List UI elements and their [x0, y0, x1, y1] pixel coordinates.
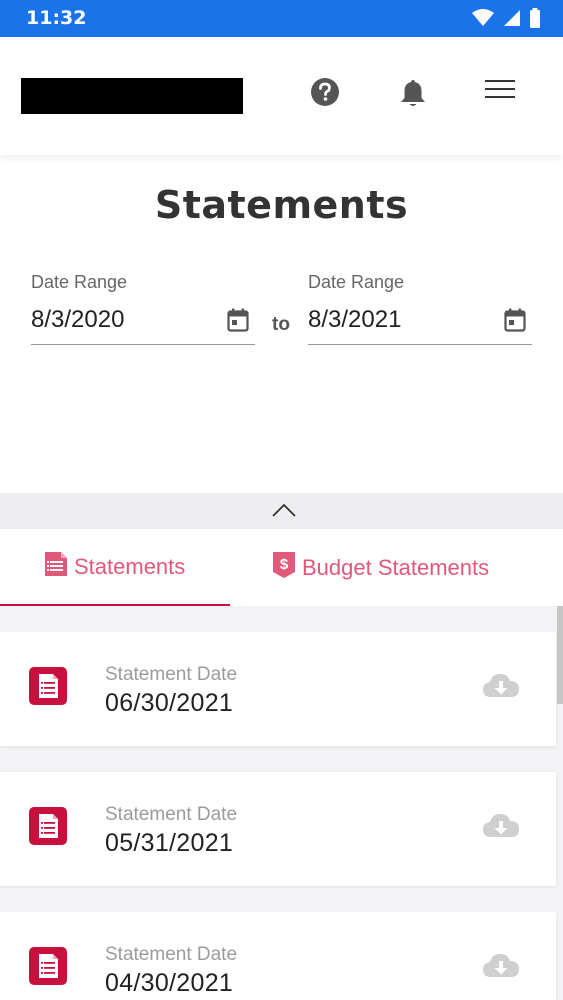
tab-statements-label: Statements — [74, 554, 186, 580]
date-from-value[interactable]: 8/3/2020 — [31, 306, 124, 334]
statement-card[interactable]: Statement Date 04/30/2021 — [0, 912, 556, 1000]
statement-date-value: 04/30/2021 — [105, 969, 234, 997]
date-from-field[interactable]: Date Range 8/3/2020 — [31, 272, 255, 345]
calendar-icon[interactable] — [227, 308, 249, 332]
app-header — [0, 37, 563, 155]
download-cloud-icon[interactable] — [482, 672, 520, 698]
budget-icon: $ — [273, 552, 295, 578]
logo — [21, 78, 243, 114]
status-bar: 11:32 — [0, 0, 563, 37]
battery-icon — [530, 8, 540, 28]
date-to-field[interactable]: Date Range 8/3/2021 — [308, 272, 532, 345]
scrollbar[interactable] — [557, 606, 563, 704]
date-range-separator: to — [272, 314, 290, 335]
statement-list: Statement Date 06/30/2021 Statement Date… — [0, 606, 563, 1000]
wifi-icon — [472, 9, 495, 26]
bell-icon — [401, 80, 425, 106]
tab-statements[interactable]: Statements — [0, 529, 230, 607]
status-icons — [468, 8, 541, 30]
date-to-label: Date Range — [308, 272, 405, 292]
statement-icon — [29, 667, 67, 705]
statement-date-label: Statement Date — [105, 804, 238, 825]
svg-text:$: $ — [280, 556, 289, 573]
tab-budget-statements-label: Budget Statements — [302, 555, 490, 580]
date-from-label: Date Range — [31, 272, 128, 292]
statement-icon — [29, 947, 67, 985]
notifications-button[interactable] — [393, 77, 433, 117]
download-cloud-icon[interactable] — [482, 812, 520, 838]
menu-button[interactable] — [480, 77, 520, 117]
page-title: Statements — [154, 183, 409, 227]
date-to-value[interactable]: 8/3/2021 — [308, 306, 401, 334]
statement-date-label: Statement Date — [105, 944, 238, 965]
signal-icon — [503, 10, 520, 26]
download-cloud-icon[interactable] — [482, 952, 520, 978]
statement-date-value: 05/31/2021 — [105, 829, 234, 857]
statement-card[interactable]: Statement Date 06/30/2021 — [0, 632, 556, 746]
tab-budget-statements[interactable]: $ Budget Statements — [230, 529, 563, 606]
menu-icon — [485, 80, 515, 98]
collapse-filters-bar[interactable] — [0, 493, 563, 529]
calendar-icon[interactable] — [504, 308, 526, 332]
help-icon — [311, 78, 339, 106]
statement-tabs: Statements $ Budget Statements — [0, 529, 563, 607]
statement-icon — [29, 807, 67, 845]
statement-card[interactable]: Statement Date 05/31/2021 — [0, 772, 556, 886]
help-button[interactable] — [305, 77, 345, 117]
statement-date-label: Statement Date — [105, 664, 238, 685]
statement-icon — [45, 552, 67, 577]
chevron-up-icon — [272, 503, 296, 517]
status-time: 11:32 — [26, 7, 87, 29]
statement-date-value: 06/30/2021 — [105, 689, 234, 717]
